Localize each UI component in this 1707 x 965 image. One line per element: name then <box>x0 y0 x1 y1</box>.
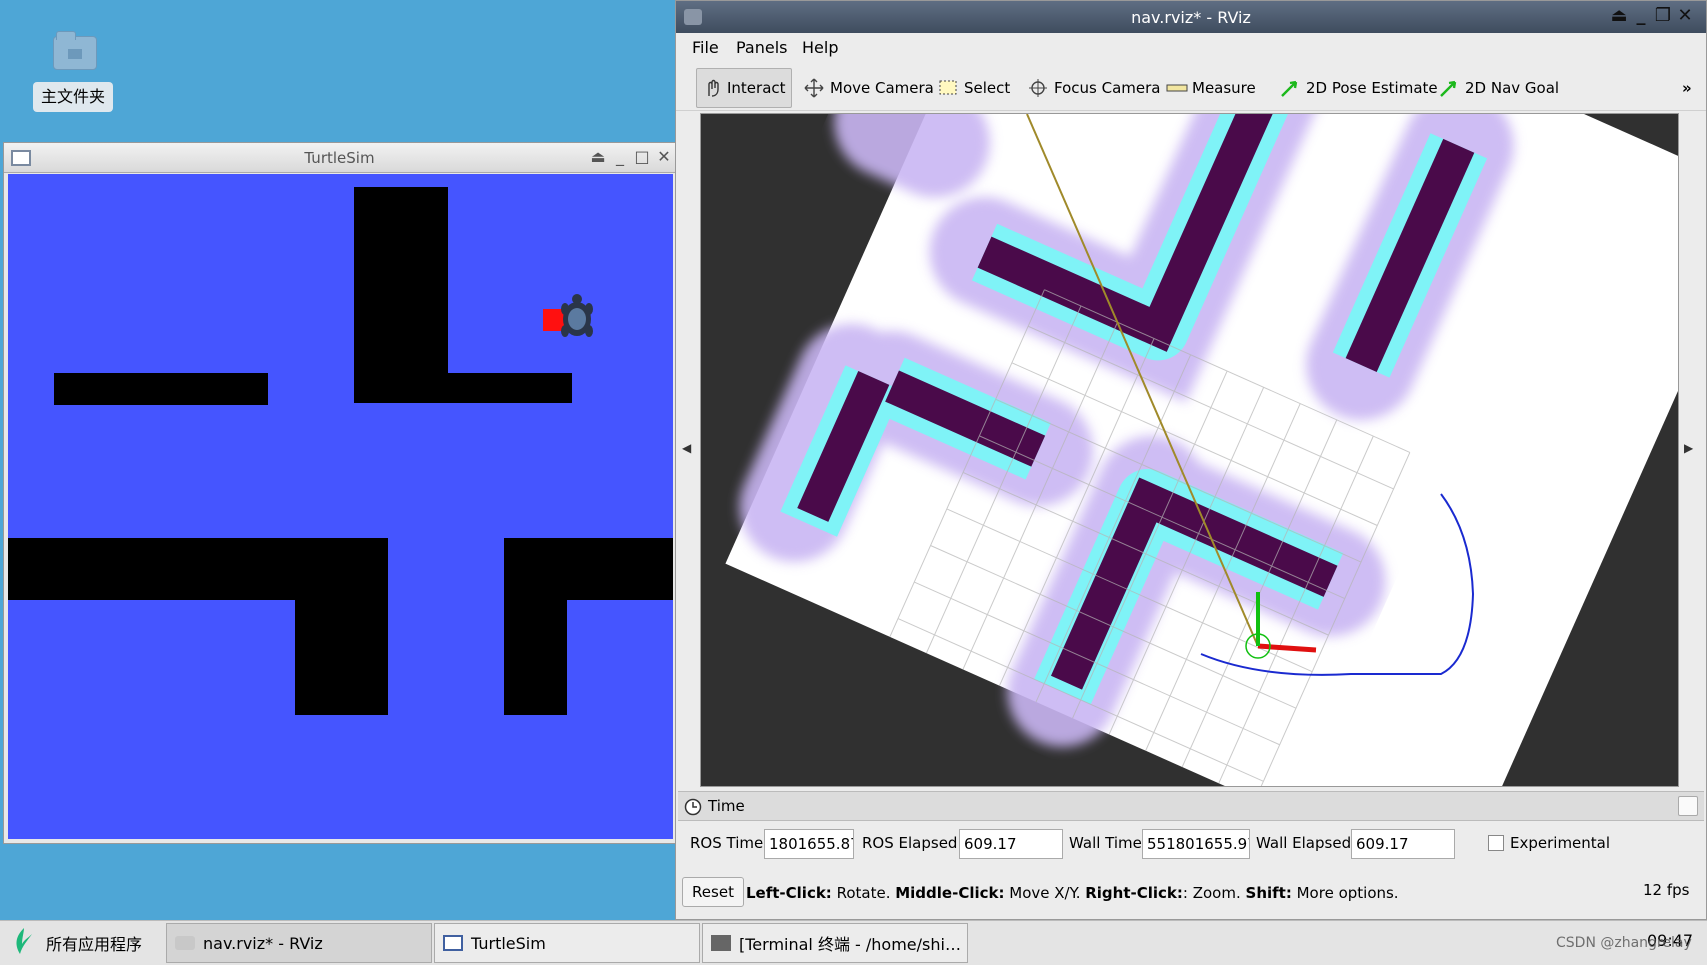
shade-icon[interactable]: ⏏ <box>1608 5 1630 26</box>
obstacle <box>354 373 572 403</box>
task-label: [Terminal 终端 - /home/shi… <box>739 935 961 954</box>
start-menu-button[interactable]: 所有应用程序 <box>2 923 162 963</box>
window-task-icon <box>443 935 463 951</box>
window-title: nav.rviz* - RViz <box>1131 8 1251 27</box>
rviz-titlebar[interactable]: nav.rviz* - RViz ⏏ _ ❐ ✕ <box>676 1 1706 33</box>
home-folder-shortcut[interactable]: 主文件夹 <box>26 30 120 114</box>
hint-middle-click-text: Move X/Y. <box>1004 884 1086 902</box>
minimize-icon[interactable]: _ <box>611 147 629 166</box>
measure-tool-button[interactable]: Measure <box>1160 68 1262 108</box>
hint-right-click: Right-Click: <box>1085 884 1183 902</box>
time-panel-title: Time <box>708 797 745 815</box>
hint-shift-text: More options. <box>1291 884 1399 902</box>
time-panel-header: Time <box>678 791 1704 821</box>
pose-estimate-label: 2D Pose Estimate <box>1306 79 1438 97</box>
maximize-icon[interactable]: □ <box>633 147 651 166</box>
turtle-icon <box>543 294 593 337</box>
watermark: CSDN @zhangrelay <box>1556 935 1692 951</box>
ros-elapsed-field[interactable]: 609.17 <box>959 829 1063 859</box>
green-arrow-icon <box>1280 78 1302 98</box>
rviz-task-icon <box>175 936 195 950</box>
obstacle <box>295 538 388 715</box>
mouse-hints: Left-Click: Rotate. Middle-Click: Move X… <box>746 884 1399 902</box>
wall-elapsed-field[interactable]: 609.17 <box>1351 829 1455 859</box>
focus-camera-label: Focus Camera <box>1054 79 1161 97</box>
terminal-icon <box>711 935 731 951</box>
green-arrow-icon <box>1439 78 1461 98</box>
fps-readout: 12 fps <box>1643 881 1690 899</box>
ros-time-field[interactable]: 1801655.87 <box>764 829 854 859</box>
costmap-render <box>725 114 1678 786</box>
window-title: TurtleSim <box>304 149 375 167</box>
panel-close-button[interactable] <box>1678 796 1698 816</box>
folder-icon <box>53 31 97 70</box>
select-label: Select <box>964 79 1011 97</box>
task-label: TurtleSim <box>471 933 546 953</box>
hint-left-click: Left-Click: <box>746 884 832 902</box>
obstacle <box>504 538 567 715</box>
hint-middle-click: Middle-Click: <box>895 884 1005 902</box>
task-rviz[interactable]: nav.rviz* - RViz <box>166 923 432 963</box>
rviz-window: nav.rviz* - RViz ⏏ _ ❐ ✕ File Panels Hel… <box>675 0 1707 920</box>
task-turtlesim[interactable]: TurtleSim <box>434 923 700 963</box>
ros-time-label: ROS Time: <box>690 834 769 852</box>
menu-panels[interactable]: Panels <box>736 38 788 57</box>
obstacle <box>354 187 448 403</box>
nav-goal-tool-button[interactable]: 2D Nav Goal <box>1433 68 1565 108</box>
menu-help[interactable]: Help <box>802 38 838 57</box>
crosshair-icon <box>1028 78 1050 98</box>
close-icon[interactable]: ✕ <box>655 147 673 166</box>
clock-icon <box>684 798 702 820</box>
hand-pointer-icon <box>703 78 723 98</box>
experimental-checkbox[interactable] <box>1488 835 1504 851</box>
move-arrows-icon <box>804 78 826 98</box>
ruler-icon <box>1166 78 1188 98</box>
turtlesim-canvas <box>8 174 673 839</box>
experimental-label: Experimental <box>1510 834 1611 852</box>
folder-label: 主文件夹 <box>33 82 113 112</box>
right-panel-toggle-icon[interactable]: ▶ <box>1684 441 1693 455</box>
shade-icon[interactable]: ⏏ <box>589 147 607 166</box>
task-terminal[interactable]: [Terminal 终端 - /home/shi… <box>702 923 968 963</box>
wall-elapsed-label: Wall Elapsed: <box>1256 834 1357 852</box>
tool-bar: Interact Move Camera Select Focus Camera… <box>676 63 1706 111</box>
focus-camera-tool-button[interactable]: Focus Camera <box>1022 68 1166 108</box>
toolbar-overflow-button[interactable]: » <box>1676 68 1698 108</box>
start-label: 所有应用程序 <box>46 935 143 954</box>
pose-estimate-tool-button[interactable]: 2D Pose Estimate <box>1274 68 1444 108</box>
turtlesim-titlebar[interactable]: TurtleSim ⏏ _ □ ✕ <box>4 143 675 173</box>
move-camera-tool-button[interactable]: Move Camera <box>798 68 940 108</box>
interact-label: Interact <box>727 79 786 97</box>
hint-right-click-text: : Zoom. <box>1182 884 1246 902</box>
move-camera-label: Move Camera <box>830 79 934 97</box>
restore-icon[interactable]: ❐ <box>1652 5 1674 26</box>
ros-elapsed-label: ROS Elapsed: <box>862 834 963 852</box>
wall-time-field[interactable]: 551801655.97 <box>1142 829 1250 859</box>
hint-left-click-text: Rotate. <box>831 884 896 902</box>
close-icon[interactable]: ✕ <box>1674 5 1696 26</box>
select-tool-button[interactable]: Select <box>932 68 1016 108</box>
menu-file[interactable]: File <box>692 38 719 57</box>
task-label: nav.rviz* - RViz <box>203 933 323 953</box>
wall-time-label: Wall Time: <box>1069 834 1147 852</box>
reset-button[interactable]: Reset <box>682 877 744 907</box>
taskbar: 所有应用程序 nav.rviz* - RViz TurtleSim [Termi… <box>0 920 1707 965</box>
minimize-icon[interactable]: _ <box>1630 5 1652 26</box>
left-panel-toggle-icon[interactable]: ◀ <box>682 441 691 455</box>
nav-goal-label: 2D Nav Goal <box>1465 79 1560 97</box>
measure-label: Measure <box>1192 79 1256 97</box>
start-logo-icon <box>10 926 36 960</box>
select-box-icon <box>938 78 960 98</box>
hint-shift: Shift: <box>1245 884 1292 902</box>
render-viewport[interactable] <box>700 113 1679 787</box>
interact-tool-button[interactable]: Interact <box>696 68 792 108</box>
time-panel: Time ROS Time: 1801655.87 ROS Elapsed: 6… <box>678 791 1704 919</box>
menu-bar: File Panels Help <box>676 33 1706 63</box>
obstacle <box>54 373 268 405</box>
turtlesim-window: TurtleSim ⏏ _ □ ✕ <box>3 142 676 844</box>
